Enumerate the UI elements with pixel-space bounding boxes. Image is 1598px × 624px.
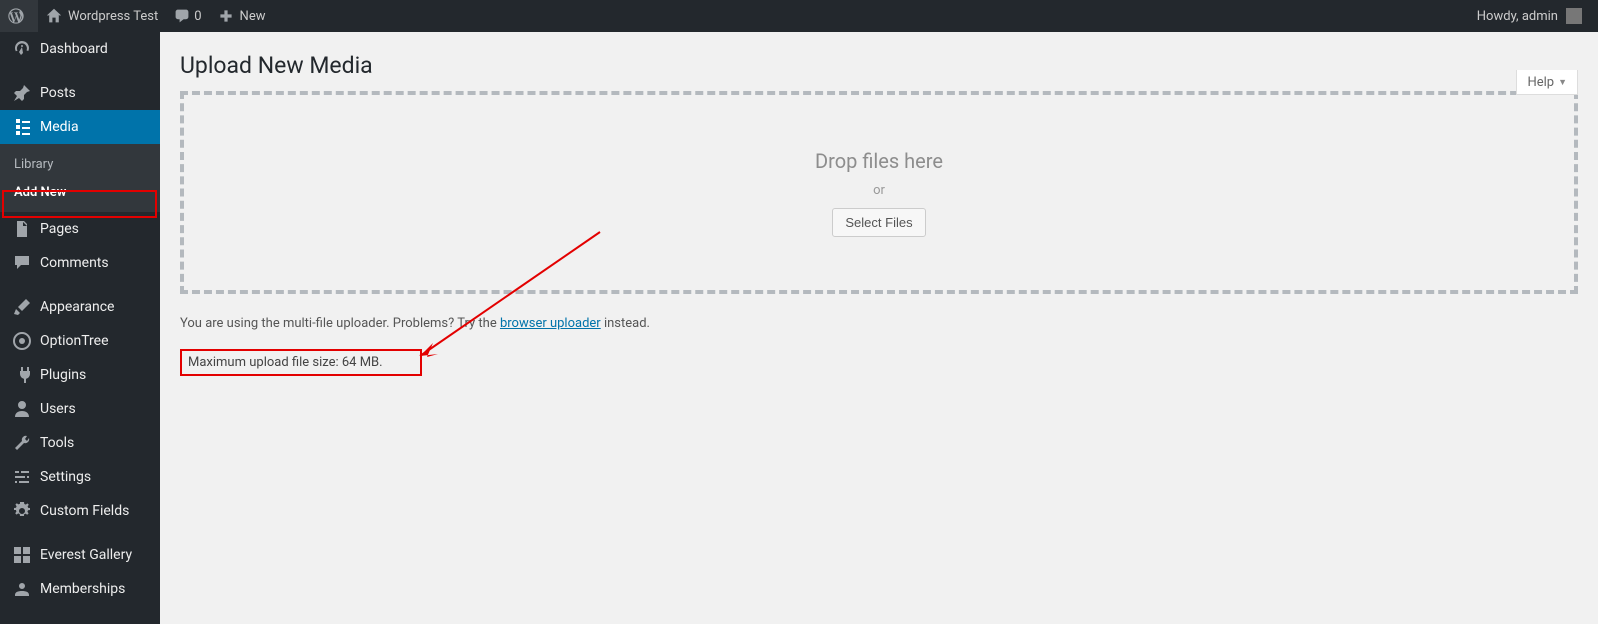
- submenu-media-library[interactable]: Library: [0, 150, 160, 178]
- menu-pages[interactable]: Pages: [0, 212, 160, 246]
- plug-icon: [12, 365, 32, 385]
- menu-users[interactable]: Users: [0, 392, 160, 426]
- menu-optiontree[interactable]: OptionTree: [0, 324, 160, 358]
- menu-comments[interactable]: Comments: [0, 246, 160, 280]
- max-upload-size-text: Maximum upload file size: 64 MB.: [180, 349, 422, 376]
- menu-settings[interactable]: Settings: [0, 460, 160, 494]
- menu-tools[interactable]: Tools: [0, 426, 160, 460]
- uploader-info-text: You are using the multi-file uploader. P…: [180, 316, 1578, 331]
- submenu-media: Library Add New: [0, 144, 160, 212]
- wp-logo-menu[interactable]: [0, 0, 38, 32]
- new-content-label: New: [240, 9, 266, 24]
- username-text: admin: [1522, 9, 1558, 24]
- avatar-icon: [1566, 8, 1582, 24]
- menu-label: Memberships: [40, 581, 125, 597]
- menu-label: Tools: [40, 435, 74, 451]
- plus-icon: [218, 8, 234, 24]
- greeting-text: Howdy,: [1477, 9, 1519, 24]
- menu-label: Plugins: [40, 367, 86, 383]
- grid-icon: [12, 545, 32, 565]
- drop-files-text: Drop files here: [815, 149, 943, 173]
- user-icon: [12, 399, 32, 419]
- dashboard-icon: [12, 39, 32, 59]
- menu-label: Dashboard: [40, 41, 108, 57]
- browser-uploader-link[interactable]: browser uploader: [500, 316, 601, 331]
- menu-appearance[interactable]: Appearance: [0, 290, 160, 324]
- page-icon: [12, 219, 32, 239]
- menu-memberships[interactable]: Memberships: [0, 572, 160, 606]
- menu-everest-gallery[interactable]: Everest Gallery: [0, 538, 160, 572]
- gear-icon: [12, 501, 32, 521]
- submenu-label: Library: [14, 157, 53, 172]
- menu-label: Custom Fields: [40, 503, 129, 519]
- comment-bubble-icon: [174, 8, 190, 24]
- help-label: Help: [1527, 75, 1554, 90]
- home-icon: [46, 8, 62, 24]
- menu-dashboard[interactable]: Dashboard: [0, 32, 160, 66]
- comments-icon: [12, 253, 32, 273]
- optiontree-icon: [12, 331, 32, 351]
- submenu-label: Add New: [14, 185, 66, 200]
- chevron-down-icon: ▼: [1558, 77, 1567, 88]
- menu-custom-fields[interactable]: Custom Fields: [0, 494, 160, 528]
- menu-plugins[interactable]: Plugins: [0, 358, 160, 392]
- pin-icon: [12, 83, 32, 103]
- memberships-icon: [12, 579, 32, 599]
- site-name-label: Wordpress Test: [68, 9, 158, 24]
- new-content-link[interactable]: New: [210, 0, 274, 32]
- menu-label: Pages: [40, 221, 79, 237]
- menu-media[interactable]: Media: [0, 110, 160, 144]
- upload-dropzone[interactable]: Drop files here or Select Files: [180, 91, 1578, 294]
- menu-posts[interactable]: Posts: [0, 76, 160, 110]
- site-name-link[interactable]: Wordpress Test: [38, 0, 166, 32]
- comments-link[interactable]: 0: [166, 0, 209, 32]
- submenu-media-add-new[interactable]: Add New: [0, 178, 160, 206]
- sliders-icon: [12, 467, 32, 487]
- menu-label: OptionTree: [40, 333, 109, 349]
- menu-label: Settings: [40, 469, 91, 485]
- select-files-button[interactable]: Select Files: [832, 208, 925, 237]
- menu-label: Comments: [40, 255, 109, 271]
- menu-label: Appearance: [40, 299, 114, 315]
- comments-count: 0: [194, 9, 201, 24]
- media-icon: [12, 117, 32, 137]
- brush-icon: [12, 297, 32, 317]
- wrench-icon: [12, 433, 32, 453]
- wordpress-logo-icon: [8, 8, 24, 24]
- menu-label: Media: [40, 119, 79, 135]
- menu-label: Everest Gallery: [40, 547, 132, 563]
- page-title: Upload New Media: [180, 32, 1578, 91]
- info-text-pre: You are using the multi-file uploader. P…: [180, 316, 500, 331]
- menu-label: Posts: [40, 85, 76, 101]
- or-text: or: [873, 183, 885, 198]
- user-account-link[interactable]: Howdy, admin: [1469, 0, 1590, 32]
- menu-label: Users: [40, 401, 76, 417]
- info-text-post: instead.: [601, 316, 650, 331]
- help-tab[interactable]: Help ▼: [1516, 70, 1578, 95]
